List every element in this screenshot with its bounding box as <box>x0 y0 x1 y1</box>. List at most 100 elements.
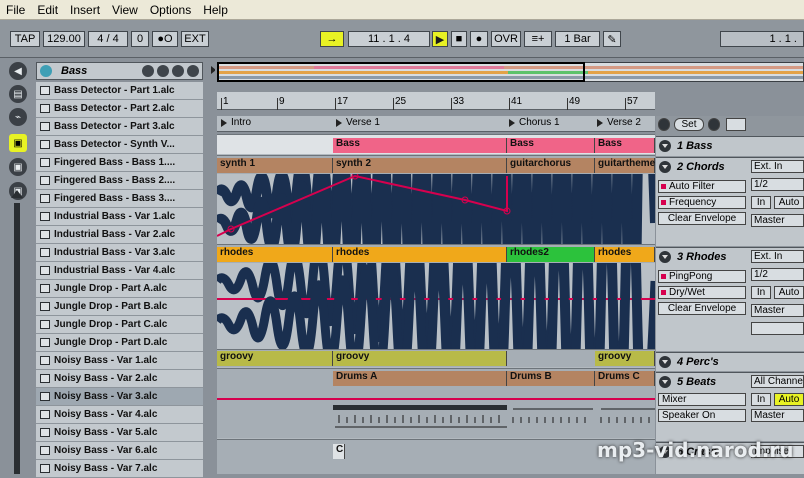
pencil-icon[interactable]: ✎ <box>603 31 621 47</box>
percs-clip[interactable]: groovy <box>217 351 333 366</box>
rhodes2-clip[interactable]: rhodes2 <box>507 247 595 262</box>
browser-file-item[interactable]: Fingered Bass - Bass 3.... <box>36 190 203 208</box>
clear-envelope-button[interactable]: Clear Envelope <box>658 302 746 315</box>
rhodes-clip[interactable]: rhodes <box>595 247 655 262</box>
monitor-auto-button[interactable]: Auto <box>774 393 804 406</box>
monitor-auto-button[interactable]: Auto <box>774 286 804 299</box>
stop-button[interactable]: ■ <box>451 31 467 47</box>
locator-verse-2[interactable]: Verse 2 <box>595 117 641 128</box>
device-chooser[interactable]: Auto Filter <box>658 180 746 193</box>
browser-file-item[interactable]: Bass Detector - Synth V... <box>36 136 203 154</box>
fold-icon[interactable] <box>659 355 671 368</box>
input-type-select[interactable]: Ext. In <box>751 250 804 263</box>
draw-mode-button[interactable]: ≡+ <box>524 31 552 47</box>
monitor-in-button[interactable]: In <box>751 393 771 406</box>
follow-button[interactable]: → <box>320 31 344 47</box>
bass-clip[interactable]: Bass <box>507 138 595 153</box>
browser-file-item[interactable]: Bass Detector - Part 2.alc <box>36 100 203 118</box>
beats-clip[interactable]: Drums C <box>595 371 655 386</box>
chords-clip[interactable]: synth 1 <box>217 158 333 173</box>
track-header-beats[interactable]: 5 Beats Mixer Speaker On All Channe In A… <box>656 372 804 441</box>
prev-locator-icon[interactable] <box>658 118 670 131</box>
plugin-browser-icon[interactable]: ⌁ <box>9 108 27 126</box>
tap-tempo-button[interactable]: TAP <box>10 31 40 47</box>
output-select[interactable]: Master <box>751 409 804 422</box>
fold-icon[interactable] <box>659 160 671 173</box>
track-header-rhodes[interactable]: 3 Rhodes PingPong Dry/Wet Clear Envelope… <box>656 247 804 351</box>
file-browser-2-icon[interactable]: ▣ <box>9 158 27 176</box>
percs-clip[interactable]: groovy <box>333 351 507 366</box>
next-locator-icon[interactable] <box>708 118 720 131</box>
bass-clip[interactable]: Bass <box>595 138 655 153</box>
chords-clip[interactable]: guitarchorus <box>507 158 595 173</box>
fold-icon[interactable] <box>659 139 671 152</box>
browser-file-item[interactable]: Industrial Bass - Var 3.alc <box>36 244 203 262</box>
set-locator-button[interactable]: Set <box>674 118 704 131</box>
parameter-chooser[interactable]: Frequency <box>658 196 746 209</box>
track-header-percs[interactable]: 4 Perc's <box>656 352 804 371</box>
overview-visible-area[interactable] <box>217 62 585 82</box>
input-type-select[interactable]: Ext. In <box>751 160 804 173</box>
browser-file-item[interactable]: Noisy Bass - Var 2.alc <box>36 370 203 388</box>
browser-file-item[interactable]: Noisy Bass - Var 5.alc <box>36 424 203 442</box>
fold-icon[interactable] <box>659 375 671 388</box>
quantize-select[interactable]: 1 Bar <box>555 31 600 47</box>
crash-clip[interactable]: C <box>333 444 345 459</box>
metronome-button[interactable]: ●O <box>152 31 178 47</box>
beats-clip[interactable]: Drums B <box>507 371 595 386</box>
collapse-left-icon[interactable]: ◀ <box>9 62 27 80</box>
ext-sync-button[interactable]: EXT <box>181 31 209 47</box>
scroll-up-icon[interactable] <box>11 190 23 198</box>
arrangement-position[interactable]: 11 . 1 . 4 <box>348 31 430 47</box>
output-select[interactable]: Master <box>751 304 804 317</box>
loop-start-field[interactable]: 1 . 1 . <box>720 31 804 47</box>
fold-icon[interactable] <box>659 250 671 263</box>
locator-chorus-1[interactable]: Chorus 1 <box>507 117 560 128</box>
rhodes-clip[interactable]: rhodes <box>217 247 333 262</box>
monitor-in-button[interactable]: In <box>751 196 771 209</box>
browser-file-item[interactable]: Industrial Bass - Var 1.alc <box>36 208 203 226</box>
browser-folder-header[interactable]: Bass <box>36 62 203 80</box>
browser-file-item[interactable]: Industrial Bass - Var 2.alc <box>36 226 203 244</box>
monitor-in-button[interactable]: In <box>751 286 771 299</box>
chords-clip[interactable]: guitartheme <box>595 158 655 173</box>
input-type-select[interactable]: All Channe <box>751 375 804 388</box>
locator-intro[interactable]: Intro <box>219 117 251 128</box>
browser-file-item[interactable]: Jungle Drop - Part A.alc <box>36 280 203 298</box>
beats-clip[interactable]: Drums A <box>333 371 507 386</box>
browser-scrollbar[interactable] <box>14 203 20 474</box>
lock-icon[interactable] <box>726 118 746 131</box>
bass-clip[interactable]: Bass <box>333 138 507 153</box>
menu-insert[interactable]: Insert <box>64 3 106 17</box>
chords-clip[interactable]: synth 2 <box>333 158 507 173</box>
browser-file-item[interactable]: Noisy Bass - Var 4.alc <box>36 406 203 424</box>
device-chooser[interactable]: Mixer <box>658 393 746 406</box>
monitor-auto-button[interactable]: Auto <box>774 196 804 209</box>
file-browser-1-icon[interactable]: ▣ <box>9 134 27 152</box>
browser-file-item[interactable]: Bass Detector - Part 3.alc <box>36 118 203 136</box>
output-select[interactable]: Master <box>751 214 804 227</box>
track-header-chords[interactable]: 2 Chords Auto Filter Frequency Clear Env… <box>656 157 804 246</box>
browser-search-icon[interactable] <box>187 65 199 77</box>
track-header-bass[interactable]: 1 Bass <box>656 136 804 156</box>
percs-clip[interactable]: groovy <box>595 351 655 366</box>
parameter-chooser[interactable]: Speaker On <box>658 409 746 422</box>
input-channel-select[interactable]: 1/2 <box>751 268 804 281</box>
play-button[interactable]: ▶ <box>432 31 448 47</box>
browser-file-item[interactable]: Noisy Bass - Var 6.alc <box>36 442 203 460</box>
parameter-chooser[interactable]: Dry/Wet <box>658 286 746 299</box>
browser-file-item[interactable]: Industrial Bass - Var 4.alc <box>36 262 203 280</box>
locator-verse-1[interactable]: Verse 1 <box>334 117 380 128</box>
browser-file-item[interactable]: Noisy Bass - Var 1.alc <box>36 352 203 370</box>
beat-ruler[interactable]: 1 9 17 25 33 41 49 57 <box>217 92 655 110</box>
input-channel-select[interactable]: 1/2 <box>751 178 804 191</box>
rhodes-clip[interactable]: rhodes <box>333 247 507 262</box>
browser-file-item[interactable]: Jungle Drop - Part D.alc <box>36 334 203 352</box>
menu-edit[interactable]: Edit <box>31 3 64 17</box>
device-chooser[interactable]: PingPong <box>658 270 746 283</box>
browser-preview-icon[interactable] <box>172 65 184 77</box>
overdub-button[interactable]: OVR <box>491 31 521 47</box>
browser-file-item[interactable]: Noisy Bass - Var 7.alc <box>36 460 203 478</box>
menu-help[interactable]: Help <box>197 3 234 17</box>
menu-options[interactable]: Options <box>144 3 197 17</box>
